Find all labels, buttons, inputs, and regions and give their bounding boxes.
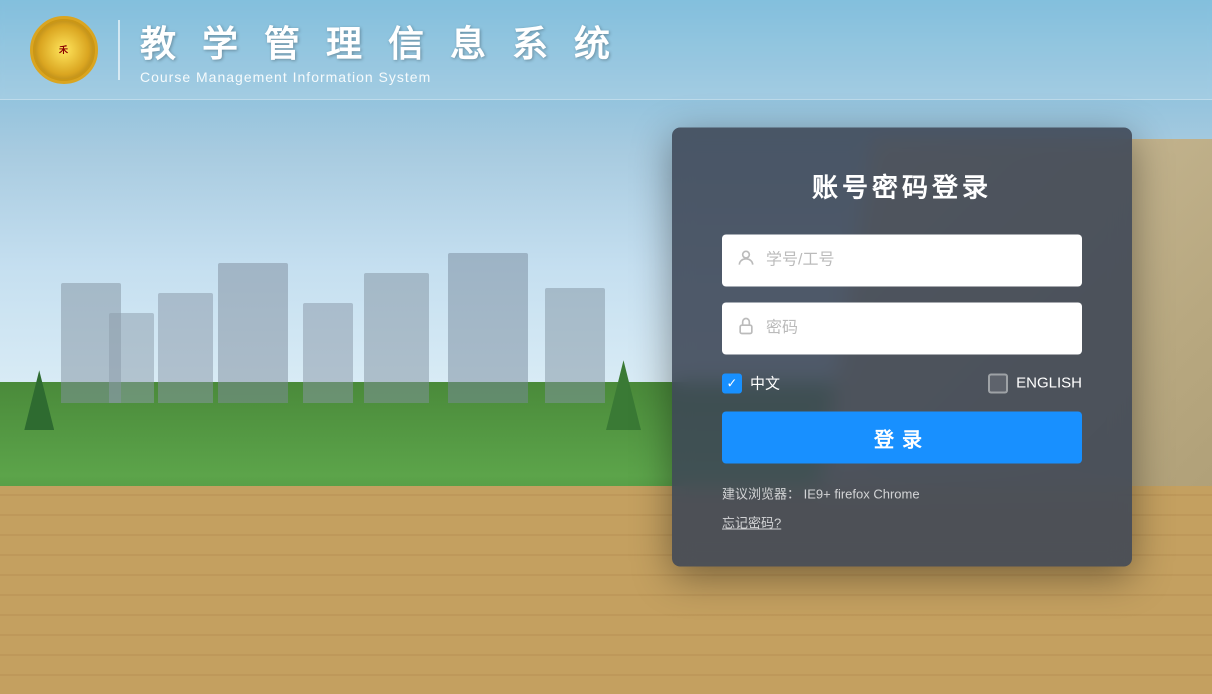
username-wrapper: [722, 235, 1082, 287]
checkmark-cn: ✓: [727, 377, 738, 390]
header-title-cn: 教 学 管 理 信 息 系 统: [140, 15, 618, 67]
password-wrapper: [722, 303, 1082, 355]
building-3: [158, 293, 213, 403]
logo: 禾: [30, 16, 98, 84]
login-button[interactable]: 登录: [722, 412, 1082, 464]
lang-en-checkbox[interactable]: ENGLISH: [988, 373, 1082, 393]
lock-icon: [736, 316, 756, 341]
header-divider: [118, 20, 120, 80]
lang-cn-label: 中文: [750, 373, 780, 394]
logo-text: 禾: [59, 43, 69, 56]
password-input[interactable]: [722, 303, 1082, 355]
lang-en-label: ENGLISH: [1016, 375, 1082, 392]
building-7: [448, 253, 528, 403]
login-card: 账号密码登录 ✓ 中文 ENGLISH: [672, 128, 1132, 567]
checkbox-cn-checked: ✓: [722, 373, 742, 393]
building-8: [545, 288, 605, 403]
forgot-password-link[interactable]: 忘记密码?: [722, 513, 1082, 532]
building-2: [109, 313, 154, 403]
browser-hint: 建议浏览器： IE9+ firefox Chrome: [722, 484, 1082, 503]
header: 禾 教 学 管 理 信 息 系 统 Course Management Info…: [0, 0, 1212, 100]
lang-cn-checkbox[interactable]: ✓ 中文: [722, 373, 780, 394]
login-title: 账号密码登录: [722, 168, 1082, 205]
checkbox-en-unchecked: [988, 373, 1008, 393]
header-title-block: 教 学 管 理 信 息 系 统 Course Management Inform…: [140, 15, 618, 85]
building-4: [218, 263, 288, 403]
building-5: [303, 303, 353, 403]
header-title-en: Course Management Information System: [140, 69, 618, 85]
user-icon: [736, 248, 756, 273]
language-row: ✓ 中文 ENGLISH: [722, 373, 1082, 394]
username-input[interactable]: [722, 235, 1082, 287]
building-6: [364, 273, 429, 403]
